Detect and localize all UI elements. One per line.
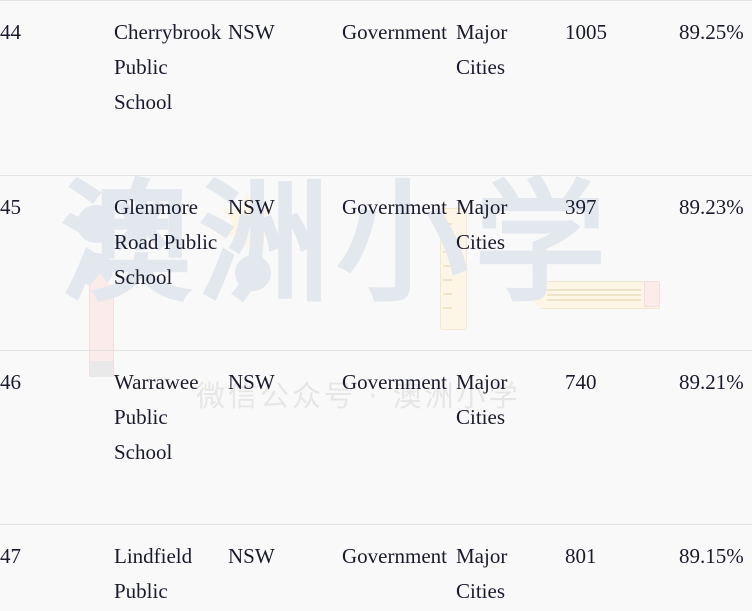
- table-row[interactable]: 47 Lindfield Public School NSW Governmen…: [0, 524, 752, 611]
- table-row[interactable]: 44 Cherrybrook Public School NSW Governm…: [0, 0, 752, 176]
- cell-state: NSW: [228, 195, 275, 219]
- school-rankings-table: 44 Cherrybrook Public School NSW Governm…: [0, 0, 752, 611]
- cell-school: Lindfield Public School: [114, 544, 193, 603]
- cell-rank: 46: [0, 370, 21, 394]
- cell-region: Major Cities: [456, 370, 508, 429]
- cell-school: Warrawee Public School: [114, 370, 199, 464]
- cell-state: NSW: [228, 20, 275, 44]
- cell-state: NSW: [228, 544, 275, 568]
- cell-region: Major Cities: [456, 195, 508, 254]
- cell-enrolments: 740: [565, 370, 597, 394]
- cell-sector: Government: [342, 195, 447, 219]
- cell-percentage: 89.21%: [679, 370, 744, 394]
- cell-rank: 44: [0, 20, 21, 44]
- table-row[interactable]: 45 Glenmore Road Public School NSW Gover…: [0, 175, 752, 351]
- cell-sector: Government: [342, 544, 447, 568]
- cell-region: Major Cities: [456, 20, 508, 79]
- cell-region: Major Cities: [456, 544, 508, 603]
- cell-rank: 45: [0, 195, 21, 219]
- cell-sector: Government: [342, 370, 447, 394]
- cell-rank: 47: [0, 544, 21, 568]
- table-row[interactable]: 46 Warrawee Public School NSW Government…: [0, 350, 752, 525]
- cell-percentage: 89.23%: [679, 195, 744, 219]
- cell-percentage: 89.25%: [679, 20, 744, 44]
- cell-school: Glenmore Road Public School: [114, 195, 218, 289]
- table-body: 44 Cherrybrook Public School NSW Governm…: [0, 0, 752, 611]
- cell-enrolments: 397: [565, 195, 597, 219]
- cell-percentage: 89.15%: [679, 544, 744, 568]
- cell-enrolments: 1005: [565, 20, 607, 44]
- cell-enrolments: 801: [565, 544, 597, 568]
- cell-sector: Government: [342, 20, 447, 44]
- cell-state: NSW: [228, 370, 275, 394]
- cell-school: Cherrybrook Public School: [114, 20, 222, 114]
- table-viewport: 澳洲小学 微信公众号 · 澳洲小学 44 Cherrybrook Public …: [0, 0, 752, 611]
